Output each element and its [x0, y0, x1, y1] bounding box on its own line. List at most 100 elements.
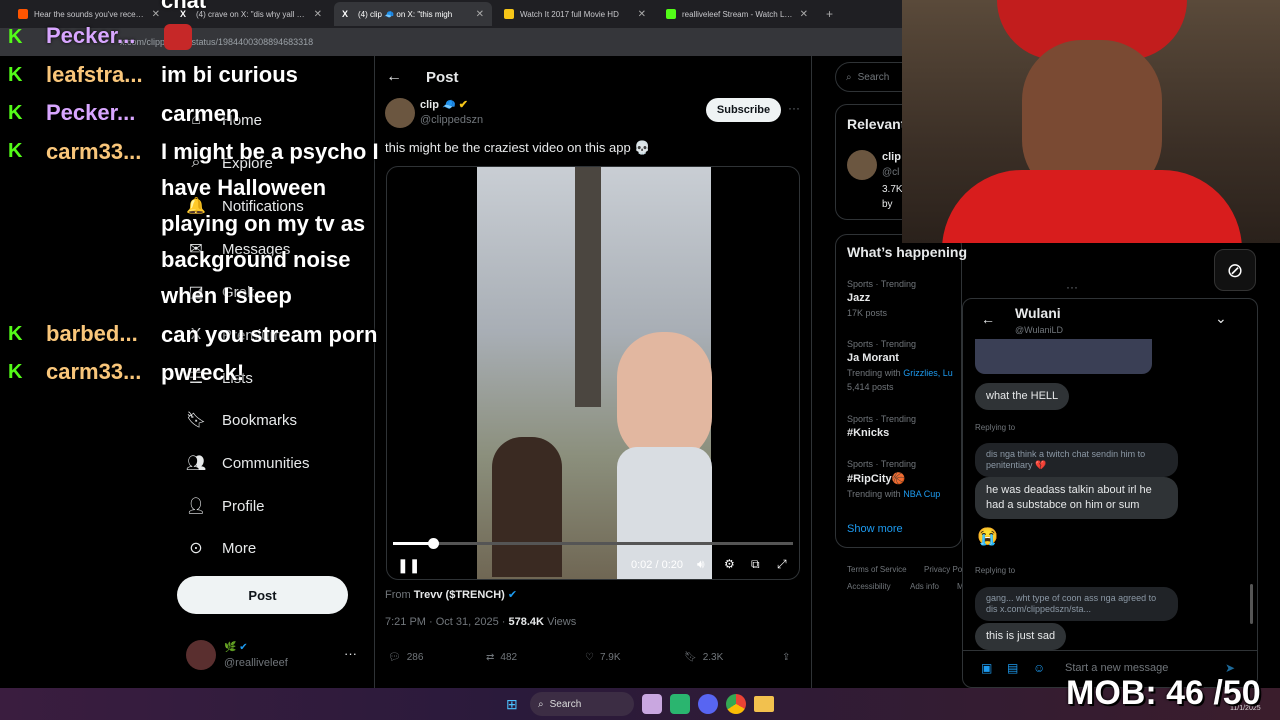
- back-arrow-icon[interactable]: ←: [981, 311, 995, 327]
- relevant-name[interactable]: clip: [882, 151, 901, 163]
- image-icon[interactable]: ▣: [981, 661, 992, 675]
- replying-label: Replying to: [975, 566, 1016, 575]
- trend-menu-icon[interactable]: ···: [1066, 280, 1078, 294]
- communities-icon: 👥︎: [185, 455, 207, 472]
- close-icon[interactable]: ✕: [638, 9, 646, 20]
- timestamp-text: 7:21 PM · Oct 31, 2025 ·: [385, 616, 506, 628]
- post-button[interactable]: Post: [177, 576, 348, 614]
- video-player[interactable]: ❚❚ 0:02 / 0:20 🔊︎ ⚙ ⧉ ⤢: [386, 166, 800, 580]
- trend-with: Trending with Grizzlies, Lu: [847, 368, 967, 378]
- reply-button[interactable]: 💬︎ 286: [388, 652, 423, 663]
- show-more-link[interactable]: Show more: [847, 523, 903, 535]
- trend-item[interactable]: Sports · Trending #RipCity🏀 Trending with …: [847, 459, 967, 499]
- video-progress-track[interactable]: [393, 538, 793, 549]
- trend-category: Sports · Trending: [847, 414, 917, 424]
- like-button[interactable]: ♡ 7.9K: [585, 652, 621, 663]
- trend-category: Sports · Trending: [847, 459, 917, 469]
- chat-message: can you stream porn: [161, 322, 378, 347]
- new-tab-icon[interactable]: +: [826, 7, 833, 21]
- trend-name: #Knicks: [847, 427, 890, 439]
- trend-item[interactable]: Sports · Trending Jazz 17K posts: [847, 279, 967, 318]
- dm-media-thumbnail[interactable]: [975, 339, 1152, 374]
- dm-message: this is just sad: [975, 623, 1067, 650]
- relevant-avatar[interactable]: [847, 150, 877, 180]
- bookmark-count: 2.3K: [702, 652, 724, 663]
- volume-icon[interactable]: 🔊︎: [697, 557, 705, 572]
- widgets-icon[interactable]: [642, 694, 662, 714]
- video-scrubber[interactable]: [428, 538, 439, 549]
- author-name-text: clip 🧢: [420, 99, 456, 111]
- trend-item[interactable]: Sports · Trending Ja Morant Trending with …: [847, 339, 967, 392]
- like-count: 7.9K: [599, 652, 621, 663]
- heart-icon: ♡: [585, 652, 594, 663]
- trend-name: Jazz: [847, 292, 871, 304]
- trend-with-label: Trending with: [847, 368, 901, 378]
- kick-icon: K: [8, 102, 23, 124]
- account-menu-icon[interactable]: ···: [344, 646, 357, 661]
- nav-profile[interactable]: 👤︎ Profile: [186, 496, 265, 516]
- pause-icon[interactable]: ❚❚: [397, 557, 420, 574]
- grok-icon[interactable]: ⊘: [1214, 249, 1256, 291]
- chat-message: carmen: [161, 101, 240, 126]
- subscribe-button[interactable]: Subscribe: [706, 98, 781, 122]
- nav-label: More: [222, 539, 257, 557]
- windows-start-icon[interactable]: ⊞: [506, 696, 522, 712]
- nav-label: Profile: [222, 497, 265, 515]
- taskbar-search[interactable]: ⌕ Search: [530, 692, 634, 716]
- settings-gear-icon[interactable]: ⚙: [724, 557, 735, 571]
- trend-link[interactable]: NBA Cup: [903, 489, 940, 499]
- repost-count: 482: [500, 652, 518, 663]
- post-text: this might be the craziest video on this…: [385, 140, 651, 155]
- post-menu-icon[interactable]: ···: [788, 101, 800, 115]
- reply-quote: dis nga think a twitch chat sendin him t…: [975, 443, 1178, 477]
- relevant-heading: Relevant: [847, 116, 906, 132]
- share-button[interactable]: ⇪: [782, 652, 790, 663]
- kick-icon: K: [8, 26, 23, 48]
- gif-icon[interactable]: ▤: [1007, 661, 1018, 675]
- chrome-icon[interactable]: [726, 694, 746, 714]
- replying-label: Replying to: [975, 423, 1016, 432]
- trend-item[interactable]: Sports · Trending #Knicks: [847, 414, 967, 439]
- emoji-icon[interactable]: ☺: [1033, 661, 1045, 675]
- verified-gold-icon: ✔: [458, 99, 468, 111]
- bookmark-button[interactable]: 🔖︎ 2.3K: [684, 652, 723, 663]
- trend-category: Sports · Trending: [847, 339, 917, 349]
- trend-posts: 5,414 posts: [847, 382, 894, 392]
- fullscreen-icon[interactable]: ⤢: [777, 557, 787, 572]
- from-label: From: [385, 589, 411, 601]
- repost-button[interactable]: ⇄ 482: [486, 652, 517, 663]
- video-tree: [575, 167, 601, 407]
- chat-username: barbed...: [46, 321, 138, 346]
- footer-link[interactable]: Privacy Po: [924, 565, 962, 574]
- chat-header: chat: [161, 0, 207, 13]
- bookmark-icon: 🔖︎: [185, 412, 207, 429]
- author-name[interactable]: clip 🧢 ✔: [420, 98, 468, 111]
- verified-badge-icon: ✔: [507, 589, 518, 601]
- discord-icon[interactable]: [698, 694, 718, 714]
- scrollbar[interactable]: [1250, 584, 1253, 624]
- close-icon[interactable]: ✕: [476, 9, 484, 20]
- avatar[interactable]: [186, 640, 216, 670]
- video-time: 0:02 / 0:20: [631, 559, 683, 571]
- source-name[interactable]: Trevv ($TRENCH): [414, 589, 505, 601]
- send-icon[interactable]: ➤: [1225, 661, 1235, 675]
- nav-communities[interactable]: 👥︎ Communities: [186, 453, 310, 473]
- collapse-chevron-icon[interactable]: ⌄: [1215, 310, 1227, 327]
- app-icon[interactable]: [670, 694, 690, 714]
- nav-more[interactable]: ⊙ More: [186, 538, 256, 558]
- close-icon[interactable]: ✕: [800, 9, 808, 20]
- footer-link[interactable]: Terms of Service: [847, 565, 907, 574]
- trend-link[interactable]: Grizzlies, Lu: [903, 368, 953, 378]
- dm-message: what the HELL: [975, 383, 1070, 410]
- footer-link[interactable]: Ads info: [910, 582, 939, 591]
- pip-icon[interactable]: ⧉: [751, 557, 760, 572]
- dm-compose-input[interactable]: Start a new message: [1065, 662, 1168, 674]
- nav-bookmarks[interactable]: 🔖︎ Bookmarks: [186, 410, 297, 430]
- dm-emoji-message: 😭: [977, 527, 999, 546]
- browser-tab[interactable]: realliveleef Stream - Watch Live ✕: [658, 2, 816, 26]
- kick-icon: K: [8, 140, 23, 162]
- browser-tab[interactable]: Watch It 2017 full Movie HD ✕: [496, 2, 654, 26]
- footer-link[interactable]: Accessibility: [847, 582, 891, 591]
- file-explorer-icon[interactable]: [754, 696, 774, 712]
- dm-contact-name: Wulani: [1015, 305, 1061, 321]
